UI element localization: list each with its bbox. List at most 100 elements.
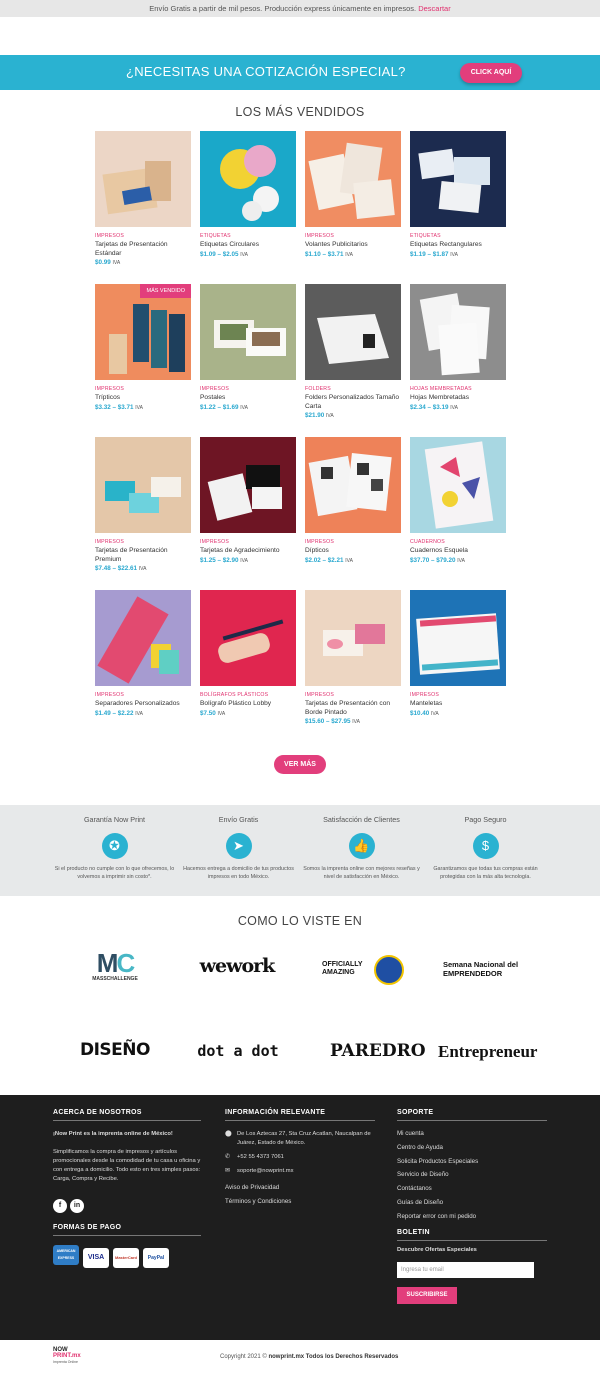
footer-support: SOPORTE Mi cuenta Centro de Ayuda Solici… — [397, 1109, 547, 1304]
paper-plane-icon: ➤ — [225, 833, 252, 859]
award-icon: ✪ — [101, 833, 128, 859]
feature-satisfaction: Satisfacción de Clientes 👍 Somos la impr… — [299, 815, 424, 881]
product-category: IMPRESOS — [95, 386, 124, 392]
product-name[interactable]: Tarjetas de Presentación con Borde Pinta… — [305, 700, 401, 717]
support-link-contact[interactable]: Contáctanos — [397, 1185, 547, 1192]
see-more-button[interactable]: VER MÁS — [274, 755, 326, 774]
product-price: $1.25 – $2.90 IVA — [200, 556, 248, 564]
entrepreneur-logo: Entrepreneur — [438, 1042, 538, 1061]
product-image[interactable] — [200, 590, 296, 686]
dismiss-link[interactable]: Descartar — [418, 4, 451, 13]
support-link-report[interactable]: Reportar error con mi pedido — [397, 1213, 547, 1220]
product-card[interactable]: IMPRESOS Tarjetas de Presentación Estánd… — [95, 131, 191, 266]
facebook-icon[interactable]: f — [53, 1199, 67, 1213]
product-card[interactable]: ETIQUETAS Etiquetas Rectangulares $1.19 … — [410, 131, 506, 258]
product-price: $2.34 – $3.19 IVA — [410, 403, 458, 411]
product-price: $15.60 – $27.95 IVA — [305, 718, 360, 725]
product-name[interactable]: Bolígrafo Plástico Lobby — [200, 700, 296, 709]
product-name[interactable]: Tarjetas de Agradecimiento — [200, 547, 296, 556]
map-marker-icon: ⬤ — [225, 1131, 232, 1137]
product-name[interactable]: Etiquetas Rectangulares — [410, 241, 506, 250]
product-name[interactable]: Tarjetas de Presentación Estándar — [95, 241, 191, 258]
product-image[interactable] — [410, 284, 506, 380]
product-category: ETIQUETAS — [200, 233, 231, 239]
thumbs-up-icon: 👍 — [348, 833, 375, 859]
product-price: $2.02 – $2.21 IVA — [305, 556, 353, 564]
product-name[interactable]: Tarjetas de Presentación Premium — [95, 547, 191, 564]
product-image[interactable] — [305, 131, 401, 227]
product-name[interactable]: Folders Personalizados Tamaño Carta — [305, 394, 401, 411]
linkedin-icon[interactable]: in — [70, 1199, 84, 1213]
product-category: CUADERNOS — [410, 539, 445, 545]
product-card[interactable]: IMPRESOS Manteletas $10.40 IVA — [410, 590, 506, 717]
terms-link[interactable]: Términos y Condiciones — [225, 1198, 375, 1205]
product-image[interactable] — [200, 284, 296, 380]
nowprint-logo[interactable]: NOW PRINT.mx Imprenta Online — [53, 1347, 81, 1365]
address: ⬤ De Los Aztecas 27, Sta Cruz Acatlan, N… — [225, 1131, 371, 1146]
product-name[interactable]: Hojas Membretadas — [410, 394, 506, 403]
product-image[interactable] — [410, 131, 506, 227]
product-image[interactable] — [95, 131, 191, 227]
product-name[interactable]: Trípticos — [95, 394, 191, 403]
product-card[interactable]: HOJAS MEMBRETADAS Hojas Membretadas $2.3… — [410, 284, 506, 411]
support-link-account[interactable]: Mi cuenta — [397, 1130, 547, 1137]
feature-text: Si el producto no cumple con lo que ofre… — [54, 866, 175, 880]
product-card[interactable]: IMPRESOS Tarjetas de Presentación con Bo… — [305, 590, 401, 725]
product-image[interactable]: MÁS VENDIDO — [95, 284, 191, 380]
feature-title: Garantía Now Print — [83, 815, 146, 824]
product-image[interactable] — [305, 590, 401, 686]
product-card[interactable]: FOLDERS Folders Personalizados Tamaño Ca… — [305, 284, 401, 419]
product-card[interactable]: MÁS VENDIDO IMPRESOS Trípticos $3.32 – $… — [95, 284, 191, 411]
paredro-logo: PAREDRO — [330, 1041, 426, 1061]
masschallenge-logo: MC MASSCHALLENGE — [92, 948, 138, 982]
product-card[interactable]: IMPRESOS Separadores Personalizados $1.4… — [95, 590, 191, 717]
product-image[interactable] — [200, 437, 296, 533]
product-card[interactable]: CUADERNOS Cuadernos Esquela $37.70 – $79… — [410, 437, 506, 564]
support-link-special[interactable]: Solicita Productos Especiales — [397, 1158, 547, 1165]
product-image[interactable] — [200, 131, 296, 227]
footer-info: INFORMACIÓN RELEVANTE ⬤ De Los Aztecas 2… — [225, 1109, 375, 1212]
product-price: $1.09 – $2.05 IVA — [200, 250, 248, 258]
product-card[interactable]: IMPRESOS Postales $1.22 – $1.69 IVA — [200, 284, 296, 411]
privacy-link[interactable]: Aviso de Privacidad — [225, 1184, 375, 1191]
product-image[interactable] — [305, 284, 401, 380]
support-link-guides[interactable]: Guías de Diseño — [397, 1199, 547, 1206]
product-price: $1.49 – $2.22 IVA — [95, 709, 143, 717]
product-name[interactable]: Dípticos — [305, 547, 401, 556]
feature-title: Envío Gratis — [218, 815, 259, 824]
social-links: f in — [53, 1194, 201, 1213]
payments-title: FORMAS DE PAGO — [53, 1224, 201, 1236]
announcement-bar: Envío Gratis a partir de mil pesos. Prod… — [0, 0, 600, 17]
payment-methods: AMERICAN EXPRESS VISA MasterCard PayPal — [53, 1245, 201, 1268]
product-card[interactable]: IMPRESOS Volantes Publicitarios $1.10 – … — [305, 131, 401, 258]
subscribe-button[interactable]: SUSCRIBIRSE — [397, 1286, 457, 1304]
product-category: IMPRESOS — [95, 539, 124, 545]
support-link-help[interactable]: Centro de Ayuda — [397, 1144, 547, 1151]
product-card[interactable]: BOLÍGRAFOS PLÁSTICOS Bolígrafo Plástico … — [200, 590, 296, 717]
product-name[interactable]: Separadores Personalizados — [95, 700, 191, 709]
support-link-design[interactable]: Servicio de Diseño — [397, 1171, 547, 1178]
click-here-button[interactable]: CLICK AQUÍ — [460, 63, 522, 83]
product-name[interactable]: Cuadernos Esquela — [410, 547, 506, 556]
product-card[interactable]: IMPRESOS Dípticos $2.02 – $2.21 IVA — [305, 437, 401, 564]
feature-title: Pago Seguro — [464, 815, 507, 824]
product-card[interactable]: IMPRESOS Tarjetas de Agradecimiento $1.2… — [200, 437, 296, 564]
footer: ACERCA DE NOSOTROS ¡Now Print es la impr… — [0, 1095, 600, 1340]
product-price: $21.90 IVA — [305, 412, 334, 419]
feature-title: Satisfacción de Clientes — [323, 815, 400, 824]
newsletter-email-input[interactable]: Ingresa tu email — [397, 1261, 534, 1278]
product-image[interactable] — [410, 437, 506, 533]
product-name[interactable]: Postales — [200, 394, 296, 403]
product-price: $0.99 IVA — [95, 259, 121, 266]
product-card[interactable]: ETIQUETAS Etiquetas Circulares $1.09 – $… — [200, 131, 296, 258]
product-card[interactable]: IMPRESOS Tarjetas de Presentación Premiu… — [95, 437, 191, 572]
product-image[interactable] — [95, 590, 191, 686]
product-image[interactable] — [410, 590, 506, 686]
product-image[interactable] — [95, 437, 191, 533]
product-name[interactable]: Volantes Publicitarios — [305, 241, 401, 250]
product-name[interactable]: Etiquetas Circulares — [200, 241, 296, 250]
product-name[interactable]: Manteletas — [410, 700, 506, 709]
feature-text: Somos la imprenta online con mejores res… — [303, 866, 420, 880]
product-price: $7.48 – $22.61 IVA — [95, 565, 147, 572]
product-image[interactable] — [305, 437, 401, 533]
